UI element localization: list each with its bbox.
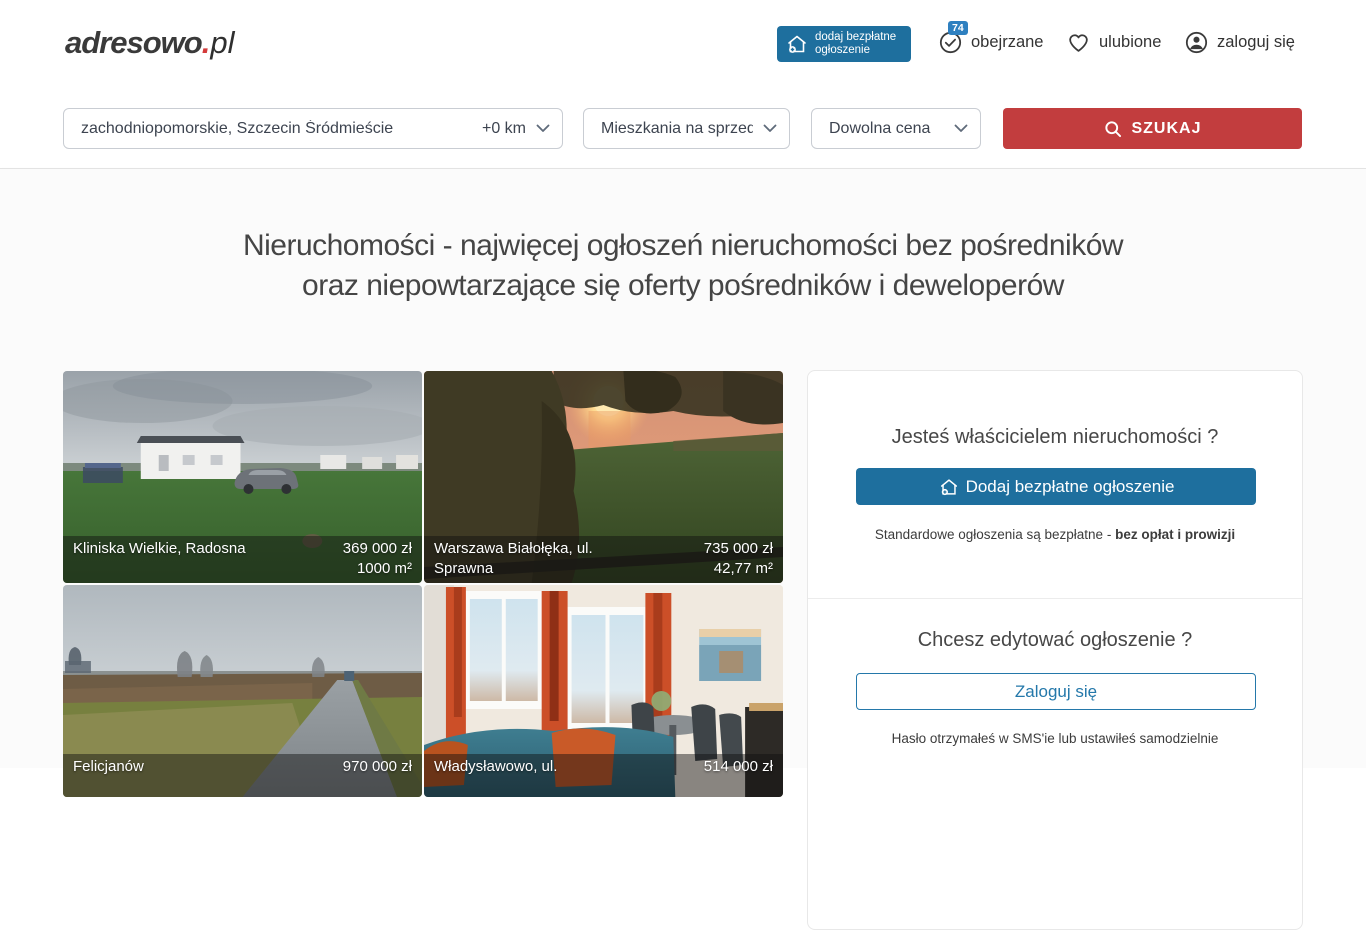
owner-note: Standardowe ogłoszenia są bezpłatne - be… xyxy=(808,527,1302,542)
edit-note: Hasło otrzymałeś w SMS'ie lub ustawiłeś … xyxy=(808,731,1302,746)
listing-price: 369 000 zł xyxy=(343,539,412,559)
listing-card[interactable]: Warszawa Białołęka, ul. Sprawna 735 000 … xyxy=(424,371,783,583)
logo-tld: pl xyxy=(210,25,234,60)
chevron-down-icon xyxy=(954,124,968,133)
search-button[interactable]: SZUKAJ xyxy=(1003,108,1302,149)
add-listing-button[interactable]: dodaj bezpłatne ogłoszenie xyxy=(777,26,911,62)
owner-panel: Jesteś właścicielem nieruchomości ? Doda… xyxy=(807,370,1303,930)
listing-area: 1000 m² xyxy=(343,559,412,579)
nav-viewed[interactable]: 74 obejrzane xyxy=(938,30,1043,55)
nav-login[interactable]: zaloguj się xyxy=(1184,30,1295,55)
listing-price-area: 369 000 zł 1000 m² xyxy=(343,539,412,579)
listing-card[interactable]: Felicjanów 970 000 zł xyxy=(63,585,422,797)
listing-caption: Warszawa Białołęka, ul. Sprawna 735 000 … xyxy=(424,536,783,583)
listing-price: 514 000 zł xyxy=(704,757,773,777)
listing-caption: Władysławowo, ul. 514 000 zł xyxy=(424,754,783,797)
house-plus-icon xyxy=(938,476,960,498)
edit-title: Chcesz edytować ogłoszenie ? xyxy=(808,629,1302,652)
add-free-listing-label: Dodaj bezpłatne ogłoszenie xyxy=(966,477,1175,497)
heart-icon xyxy=(1066,30,1091,55)
location-value: zachodniopomorskie, Szczecin Śródmieście xyxy=(81,120,474,138)
login-button-label: Zaloguj się xyxy=(1015,682,1097,702)
page-title: Nieruchomości - najwięcej ogłoszeń nieru… xyxy=(0,226,1366,306)
listing-caption: Felicjanów 970 000 zł xyxy=(63,754,422,797)
radius-value: +0 km xyxy=(482,120,526,138)
listing-price: 735 000 zł xyxy=(704,539,773,559)
price-select[interactable]: Dowolna cena xyxy=(811,108,981,149)
viewed-count-badge: 74 xyxy=(948,21,968,35)
price-value: Dowolna cena xyxy=(829,120,944,138)
user-icon xyxy=(1184,30,1209,55)
owner-section: Jesteś właścicielem nieruchomości ? Doda… xyxy=(808,371,1302,598)
listing-price-area: 735 000 zł 42,77 m² xyxy=(704,539,773,579)
search-button-label: SZUKAJ xyxy=(1131,120,1201,138)
nav-login-label: zaloguj się xyxy=(1217,33,1295,52)
page-title-line1: Nieruchomości - najwięcej ogłoszeń nieru… xyxy=(0,226,1366,266)
listing-card[interactable]: Władysławowo, ul. 514 000 zł xyxy=(424,585,783,797)
listing-location: Kliniska Wielkie, Radosna xyxy=(73,539,246,579)
logo[interactable]: adresowo.pl xyxy=(65,24,234,62)
add-free-listing-button[interactable]: Dodaj bezpłatne ogłoszenie xyxy=(856,468,1256,505)
nav-favorites[interactable]: ulubione xyxy=(1066,30,1161,55)
search-icon xyxy=(1103,119,1123,139)
listing-location: Władysławowo, ul. xyxy=(434,757,557,793)
location-select[interactable]: zachodniopomorskie, Szczecin Śródmieście… xyxy=(63,108,563,149)
owner-title: Jesteś właścicielem nieruchomości ? xyxy=(808,426,1302,449)
listing-area: 42,77 m² xyxy=(704,559,773,579)
nav-favorites-label: ulubione xyxy=(1099,33,1161,52)
check-circle-icon: 74 xyxy=(938,30,963,55)
property-type-value: Mieszkania na sprzedaż xyxy=(601,120,753,138)
nav-viewed-label: obejrzane xyxy=(971,33,1043,52)
listing-price-area: 970 000 zł xyxy=(343,757,412,793)
listing-caption: Kliniska Wielkie, Radosna 369 000 zł 100… xyxy=(63,536,422,583)
listing-location: Felicjanów xyxy=(73,757,144,793)
listing-card[interactable]: Kliniska Wielkie, Radosna 369 000 zł 100… xyxy=(63,371,422,583)
logo-text: adresowo xyxy=(65,25,202,60)
page-title-line2: oraz niepowtarzające się oferty pośredni… xyxy=(0,266,1366,306)
sidebar-divider xyxy=(808,598,1302,599)
house-plus-icon xyxy=(785,32,809,56)
listing-price-area: 514 000 zł xyxy=(704,757,773,793)
add-listing-label: dodaj bezpłatne ogłoszenie xyxy=(815,31,896,57)
listing-price: 970 000 zł xyxy=(343,757,412,777)
listing-location: Warszawa Białołęka, ul. Sprawna xyxy=(434,539,629,579)
header: adresowo.pl dodaj bezpłatne ogłoszenie 7… xyxy=(0,0,1366,85)
chevron-down-icon xyxy=(536,124,550,133)
chevron-down-icon xyxy=(763,124,777,133)
property-type-select[interactable]: Mieszkania na sprzedaż xyxy=(583,108,790,149)
login-button[interactable]: Zaloguj się xyxy=(856,673,1256,710)
